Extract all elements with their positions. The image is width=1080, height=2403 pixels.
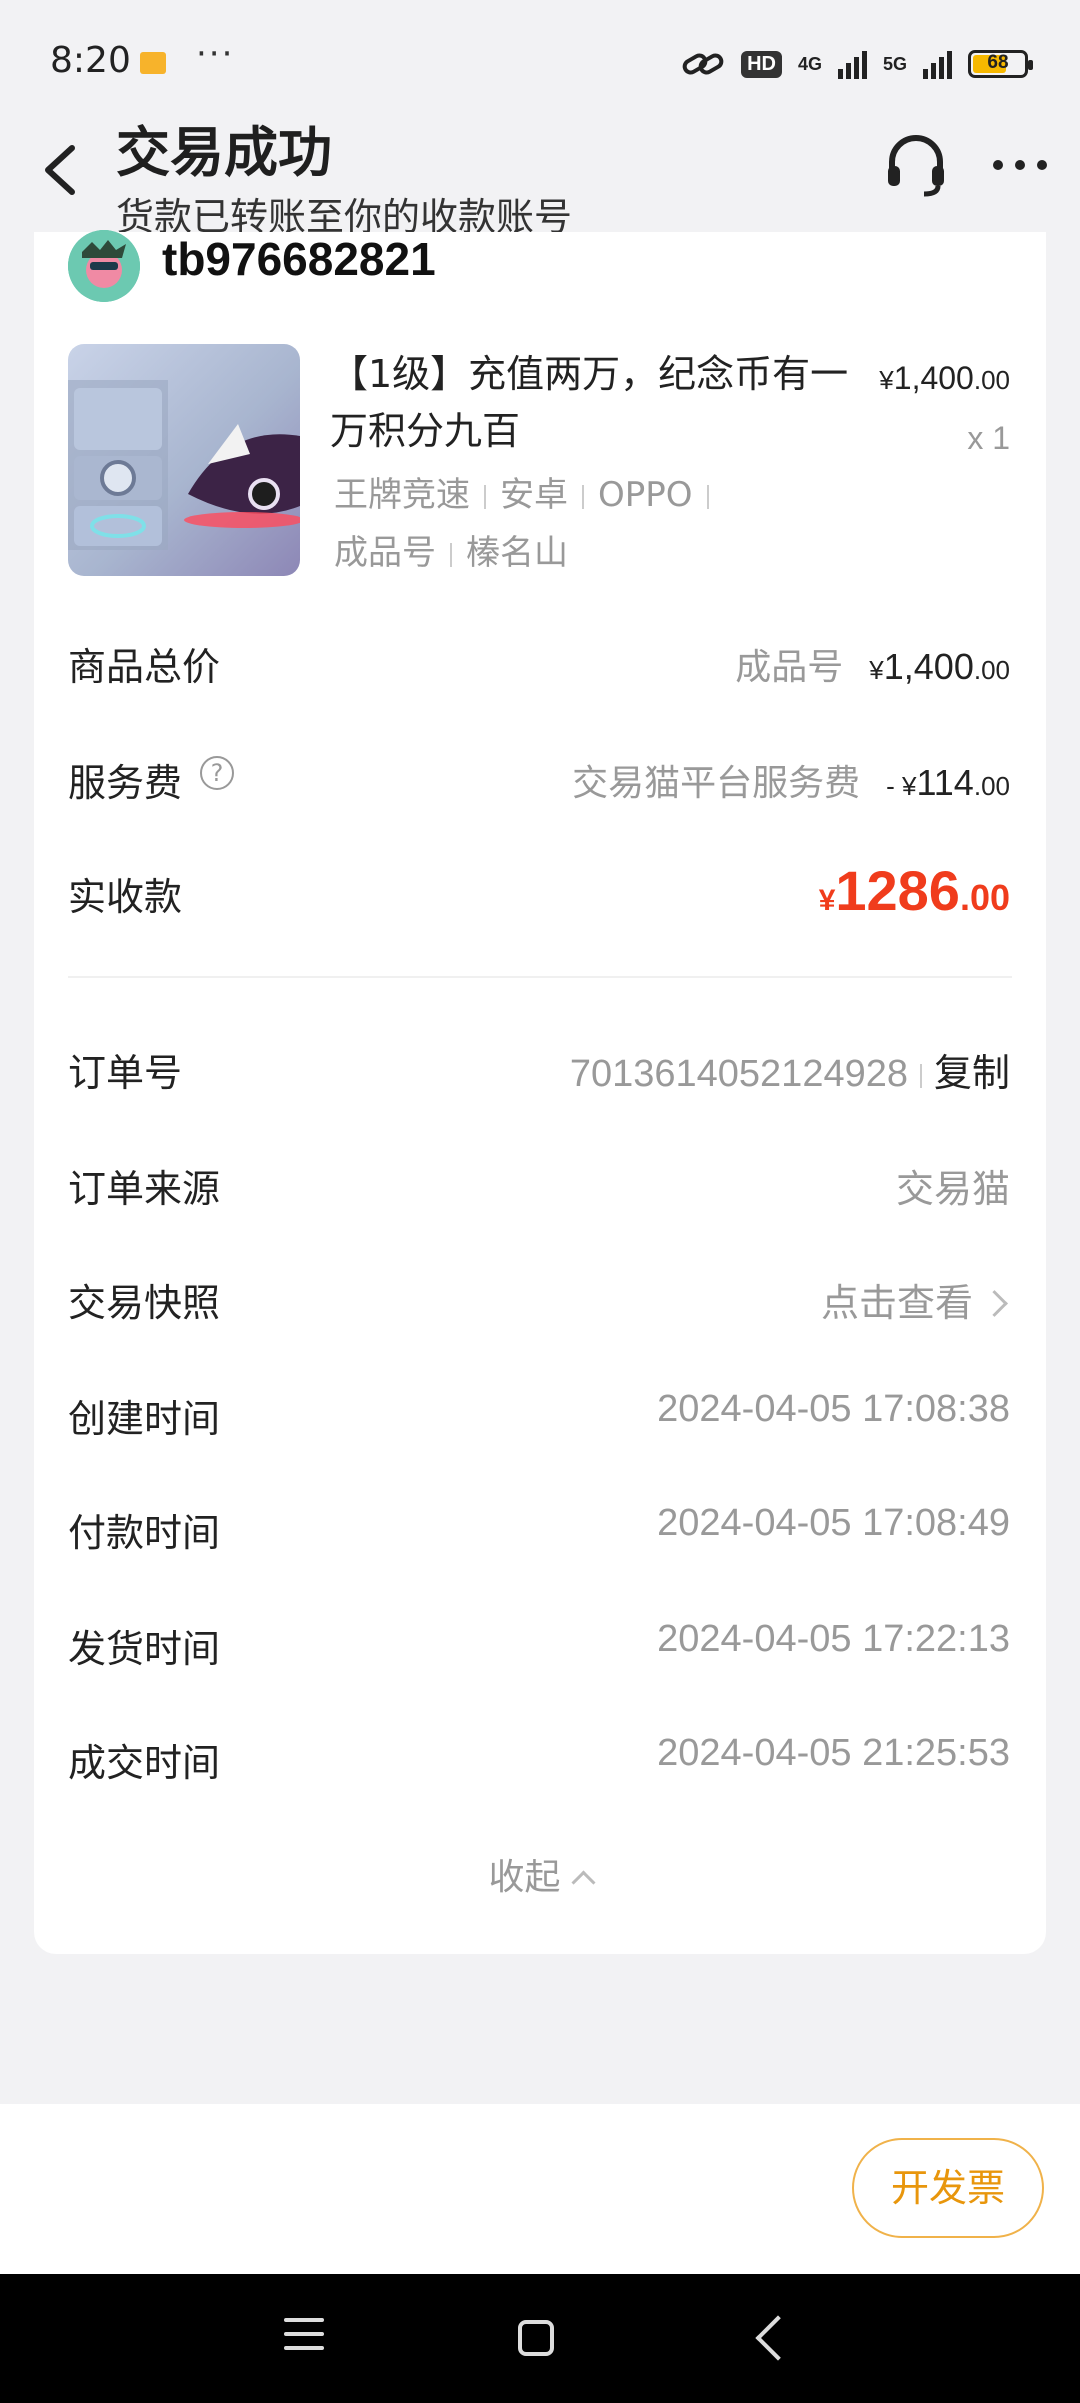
paid-time-label: 付款时间 [68,1511,221,1555]
more-notifications-icon: ··· [196,34,235,74]
product-title[interactable]: 【1级】充值两万，纪念币有一万积分九百 [330,346,860,460]
more-button[interactable] [990,140,1050,190]
copy-button[interactable]: 复制 [934,1053,1010,1095]
product-quantity: x 1 [967,420,1010,456]
goods-total-value: 成品号 ¥1,400.00 [735,638,1010,690]
order-id-row: 7013614052124928 复制 [570,1042,1010,1097]
created-time-value: 2024-04-05 17:08:38 [657,1388,1010,1430]
order-source-value: 交易猫 [895,1169,1010,1211]
product-thumbnail[interactable] [68,344,300,576]
snapshot-link[interactable]: 点击查看 [821,1272,1010,1327]
service-fee-label: 服务费 [68,761,183,805]
order-id-value: 7013614052124928 [569,1053,908,1095]
chevron-up-icon [570,1870,596,1895]
chevron-right-icon [981,1290,1008,1317]
status-time: 8:20 [50,40,131,81]
back-arrow-icon [45,145,75,195]
network-4g-label: 4G [797,53,822,74]
received-label: 实收款 [68,875,183,919]
page-title: 交易成功 [116,121,332,184]
order-source-label: 订单来源 [68,1167,221,1211]
invoice-button[interactable]: 开发票 [852,2138,1044,2238]
seller-avatar [68,230,140,302]
goods-total-amount: ¥1,400.00 [869,646,1010,687]
service-fee-amount: - ¥114.00 [886,762,1010,803]
shipped-time-value: 2024-04-05 17:22:13 [657,1618,1010,1660]
product-tags-line-2: 成品号 榛名山 [334,533,568,573]
product-tags: 王牌竞速 安卓 OPPO 成品号 榛名山 [334,466,814,582]
recent-apps-icon[interactable] [284,2318,324,2358]
collapse-button[interactable]: 收起 [0,1848,1080,1900]
back-button[interactable] [36,140,92,200]
service-fee-value: 交易猫平台服务费 - ¥114.00 [572,754,1010,806]
hd-badge: HD [741,50,782,78]
network-5g-label: 5G [882,53,907,74]
notification-icon [140,52,166,74]
service-fee-desc: 交易猫平台服务费 [572,763,861,804]
paid-time-value: 2024-04-05 17:08:49 [657,1502,1010,1544]
goods-total-desc: 成品号 [735,647,844,688]
more-dots-icon [993,160,1047,170]
help-icon[interactable]: ? [200,756,234,790]
received-amount: ¥1286.00 [818,859,1010,922]
product-price: ¥1,400.00 [879,360,1010,396]
customer-service-button[interactable] [880,128,952,200]
shipped-time-label: 发货时间 [68,1627,221,1671]
battery-icon: 68 [968,50,1033,78]
closed-time-label: 成交时间 [68,1741,221,1785]
battery-level: 68 [987,52,1009,73]
order-id-label: 订单号 [68,1051,183,1095]
seller-name[interactable]: tb976682821 [162,232,436,286]
product-tags-line-1: 王牌竞速 安卓 OPPO [334,466,814,524]
signal-icon-2 [923,49,952,79]
goods-total-label: 商品总价 [68,645,221,689]
closed-time-value: 2024-04-05 21:25:53 [657,1732,1010,1774]
signal-icon [837,49,867,79]
divider [68,976,1012,978]
snapshot-label: 交易快照 [68,1281,221,1325]
created-time-label: 创建时间 [68,1397,221,1441]
link-icon [682,53,724,75]
status-indicators: HD 4G 5G 68 [681,44,1033,84]
home-icon[interactable] [518,2320,554,2356]
headset-icon [888,135,944,197]
